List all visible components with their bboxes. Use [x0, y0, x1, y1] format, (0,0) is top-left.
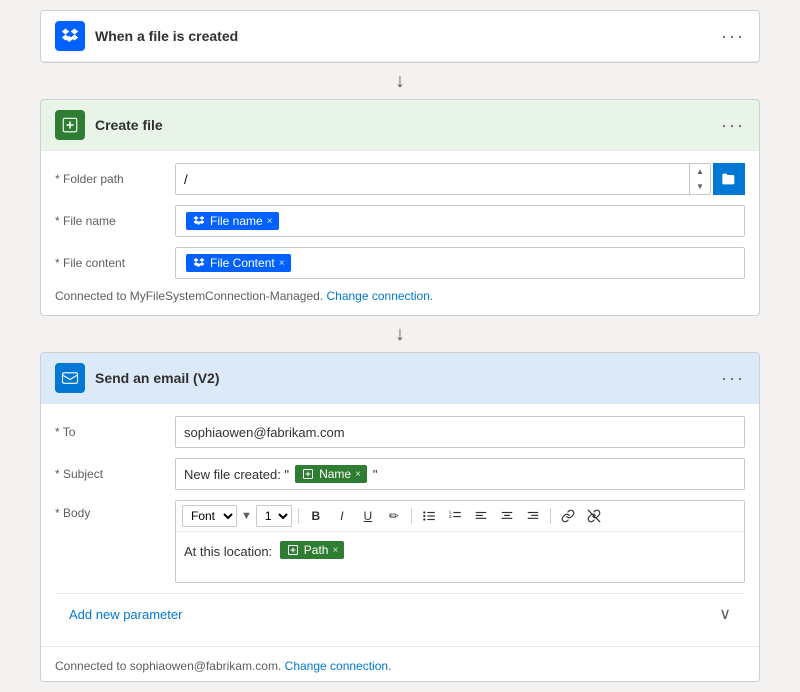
subject-suffix: " [373, 467, 378, 482]
toolbar-sep-3 [550, 508, 551, 524]
to-input[interactable]: sophiaowen@fabrikam.com [175, 416, 745, 448]
folder-path-row: * Folder path ▲ ▼ [55, 163, 745, 195]
send-email-change-connection[interactable]: Change connection. [285, 659, 392, 673]
font-select[interactable]: Font [182, 505, 237, 527]
body-text: At this location: [184, 544, 272, 559]
align-left-button[interactable] [470, 505, 492, 527]
toolbar-sep-1 [298, 508, 299, 524]
arrow-down-icon-2: ↓ [395, 323, 405, 346]
file-name-tag-close[interactable]: × [267, 216, 273, 227]
send-email-header: Send an email (V2) ··· [41, 353, 759, 404]
font-size-display: ▼ [241, 510, 252, 522]
svg-text:2.: 2. [448, 514, 452, 519]
body-label: * Body [55, 500, 175, 520]
toolbar-sep-2 [411, 508, 412, 524]
create-file-change-connection[interactable]: Change connection. [326, 289, 433, 303]
email-icon [55, 363, 85, 393]
ordered-list-button[interactable]: 1.2. [444, 505, 466, 527]
trigger-header: When a file is created ··· [41, 11, 759, 62]
subject-row: * Subject New file created: " Name × " [55, 458, 745, 490]
body-row: * Body Font ▼ 12 [55, 500, 745, 583]
file-content-row: * File content File Content × [55, 247, 745, 279]
trigger-title: When a file is created [95, 28, 711, 44]
align-right-button[interactable] [522, 505, 544, 527]
body-editor[interactable]: Font ▼ 12 B I U ✏ [175, 500, 745, 583]
email-connected-wrapper: Connected to sophiaowen@fabrikam.com. Ch… [41, 646, 759, 681]
subject-tag-icon [301, 467, 315, 481]
subject-input[interactable]: New file created: " Name × " [175, 458, 745, 490]
create-file-header: Create file ··· [41, 100, 759, 151]
send-email-card: Send an email (V2) ··· * To sophiaowen@f… [40, 352, 760, 682]
chevron-down-icon: ∨ [719, 604, 731, 624]
file-content-input[interactable]: File Content × [175, 247, 745, 279]
trigger-card: When a file is created ··· [40, 10, 760, 63]
folder-path-input[interactable]: ▲ ▼ [175, 163, 711, 195]
subject-tag-close[interactable]: × [355, 469, 361, 480]
spinner-up[interactable]: ▲ [690, 164, 710, 179]
folder-path-label: * Folder path [55, 172, 175, 186]
bold-button[interactable]: B [305, 505, 327, 527]
underline-button[interactable]: U [357, 505, 379, 527]
send-email-body: * To sophiaowen@fabrikam.com * Subject N… [41, 404, 759, 646]
path-tag-label: Path [304, 543, 329, 557]
create-file-icon [55, 110, 85, 140]
body-content[interactable]: At this location: Path × [176, 532, 744, 582]
arrow-connector-1: ↓ [395, 63, 405, 99]
subject-tag-label: Name [319, 467, 351, 481]
to-value: sophiaowen@fabrikam.com [184, 425, 345, 440]
file-name-row: * File name File name × [55, 205, 745, 237]
rich-toolbar: Font ▼ 12 B I U ✏ [176, 501, 744, 532]
path-tag: Path × [280, 541, 345, 559]
file-content-tag-label: File Content [210, 256, 275, 270]
file-name-input[interactable]: File name × [175, 205, 745, 237]
folder-browse-button[interactable] [713, 163, 745, 195]
dropbox-icon [55, 21, 85, 51]
create-file-title: Create file [95, 117, 711, 133]
to-label: * To [55, 425, 175, 439]
file-content-tag: File Content × [186, 254, 291, 272]
file-name-label: * File name [55, 214, 175, 228]
unordered-list-button[interactable] [418, 505, 440, 527]
send-email-more[interactable]: ··· [721, 369, 745, 387]
align-center-button[interactable] [496, 505, 518, 527]
file-content-tag-icon [192, 256, 206, 270]
send-email-title: Send an email (V2) [95, 370, 711, 386]
file-name-tag: File name × [186, 212, 279, 230]
body-editor-wrapper: Font ▼ 12 B I U ✏ [175, 500, 745, 583]
create-file-card: Create file ··· * Folder path ▲ ▼ [40, 99, 760, 316]
arrow-connector-2: ↓ [395, 316, 405, 352]
path-tag-close[interactable]: × [332, 545, 338, 556]
send-email-connected: Connected to sophiaowen@fabrikam.com. Ch… [55, 659, 745, 673]
folder-path-spinner: ▲ ▼ [689, 164, 710, 194]
create-file-connection-name: Connected to MyFileSystemConnection-Mana… [55, 289, 323, 303]
path-tag-icon [286, 543, 300, 557]
create-file-connected: Connected to MyFileSystemConnection-Mana… [55, 289, 745, 303]
to-row: * To sophiaowen@fabrikam.com [55, 416, 745, 448]
flow-container: When a file is created ··· ↓ Create file… [20, 10, 780, 682]
add-param-label: Add new parameter [69, 607, 182, 622]
font-size-select[interactable]: 12 [256, 505, 292, 527]
add-param-bar[interactable]: Add new parameter ∨ [55, 593, 745, 634]
file-name-tag-label: File name [210, 214, 263, 228]
folder-path-text[interactable] [176, 164, 689, 194]
pen-button[interactable]: ✏ [383, 505, 405, 527]
subject-prefix: New file created: " [184, 467, 289, 482]
create-file-body: * Folder path ▲ ▼ * File name [41, 151, 759, 315]
italic-button[interactable]: I [331, 505, 353, 527]
subject-label: * Subject [55, 467, 175, 481]
trigger-more[interactable]: ··· [721, 27, 745, 45]
subject-name-tag: Name × [295, 465, 367, 483]
send-email-connection-name: Connected to sophiaowen@fabrikam.com. [55, 659, 281, 673]
remove-link-button[interactable] [583, 505, 605, 527]
spinner-down[interactable]: ▼ [690, 179, 710, 194]
insert-link-button[interactable] [557, 505, 579, 527]
file-content-tag-close[interactable]: × [279, 258, 285, 269]
create-file-more[interactable]: ··· [721, 116, 745, 134]
file-content-label: * File content [55, 256, 175, 270]
arrow-down-icon: ↓ [395, 70, 405, 93]
file-name-tag-icon [192, 214, 206, 228]
